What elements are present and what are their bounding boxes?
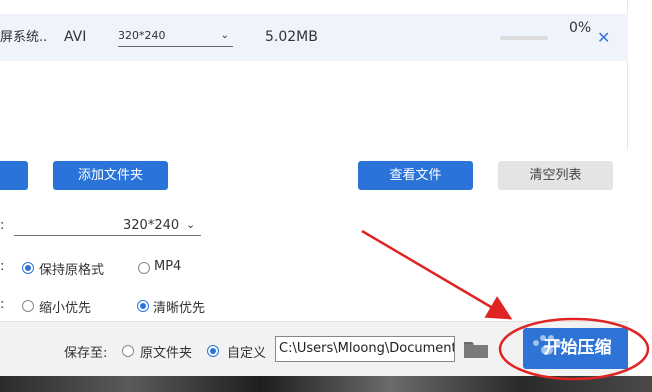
quality-option-small[interactable]: 缩小优先: [39, 297, 91, 316]
start-compress-button[interactable]: 开始压缩: [523, 328, 632, 369]
progress-percent: 0%: [569, 20, 592, 36]
format-option-mp4[interactable]: MP4: [154, 259, 181, 274]
resolution-label-tail: :: [0, 218, 5, 233]
background-photo: [0, 376, 652, 392]
file-size: 5.02MB: [265, 29, 318, 45]
annotation-arrow: [361, 229, 513, 320]
quality-radio-small[interactable]: [22, 300, 34, 312]
save-option-original[interactable]: 原文件夹: [140, 342, 192, 361]
save-label: 保存至:: [64, 346, 108, 361]
format-radio-mp4[interactable]: [138, 262, 150, 274]
format-label-tail: :: [0, 259, 5, 274]
window-edge: [628, 0, 652, 392]
file-row[interactable]: 屏系统... AVI 320*240 ⌄ 5.02MB 0% ✕: [0, 14, 628, 61]
clear-list-button[interactable]: 清空列表: [498, 161, 613, 190]
format-option-keep[interactable]: 保持原格式: [39, 259, 104, 278]
chevron-down-icon: ⌄: [186, 218, 196, 231]
progress-bar: [500, 36, 548, 40]
file-format: AVI: [64, 29, 87, 45]
save-option-custom[interactable]: 自定义: [227, 342, 266, 361]
row-resolution-select[interactable]: 320*240 ⌄: [118, 28, 233, 47]
format-radio-keep[interactable]: [22, 262, 34, 274]
quality-option-clear[interactable]: 清晰优先: [153, 297, 205, 316]
save-path-input[interactable]: C:\Users\Mloong\Documents: [275, 336, 455, 362]
chevron-down-icon: ⌄: [220, 30, 229, 41]
add-file-button[interactable]: [0, 161, 28, 190]
folder-icon[interactable]: [463, 339, 489, 359]
quality-label-tail: :: [0, 297, 5, 312]
resolution-value: 320*240: [123, 218, 180, 233]
file-name: 屏系统...: [0, 30, 48, 45]
save-radio-original[interactable]: [122, 345, 134, 357]
view-files-button[interactable]: 查看文件: [358, 161, 473, 190]
row-resolution-value: 320*240: [118, 29, 166, 42]
quality-radio-clear[interactable]: [137, 300, 149, 312]
add-folder-button[interactable]: 添加文件夹: [53, 161, 168, 190]
save-radio-custom[interactable]: [207, 345, 219, 357]
resolution-select[interactable]: 320*240 ⌄: [14, 218, 201, 236]
close-icon[interactable]: ✕: [597, 14, 610, 61]
